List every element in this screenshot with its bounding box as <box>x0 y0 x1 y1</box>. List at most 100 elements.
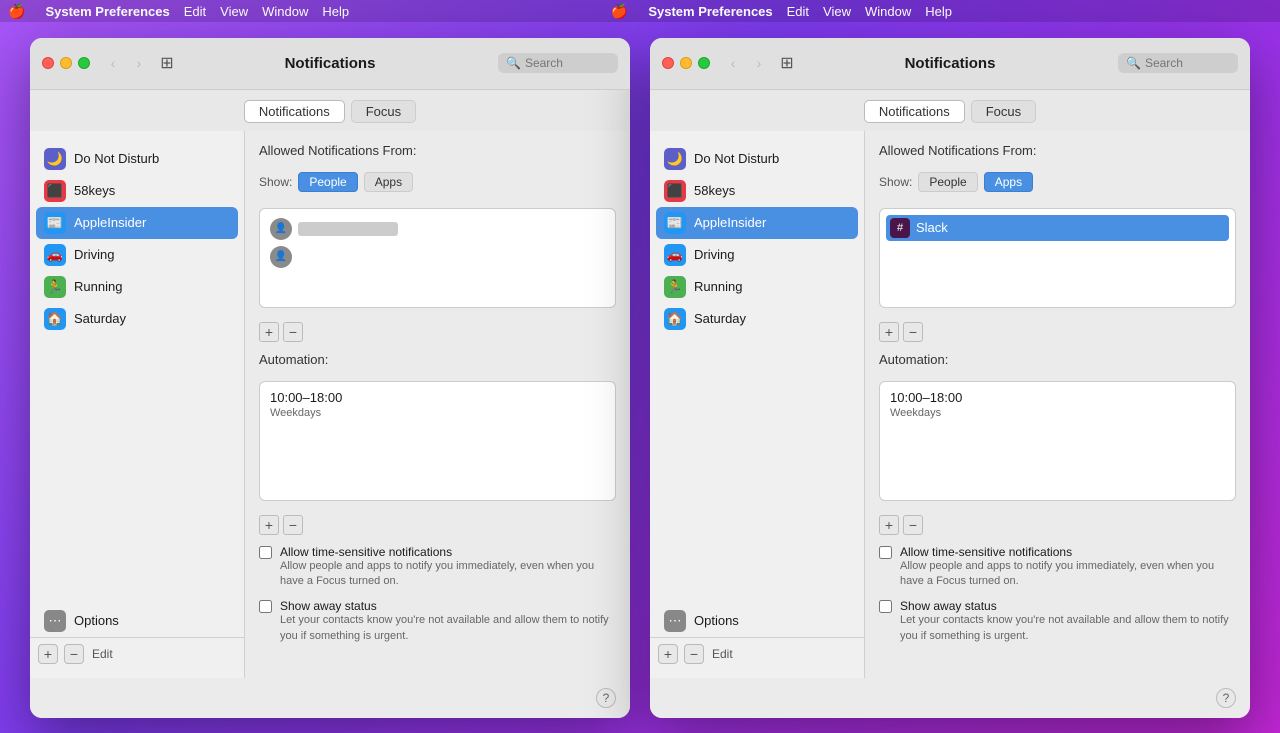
forward-arrow-1[interactable]: › <box>128 52 150 74</box>
grid-icon-2[interactable]: ⊞ <box>776 52 798 74</box>
edit-btn-1[interactable]: Edit <box>92 647 113 661</box>
checkbox-row-2-2: Show away status Let your contacts know … <box>879 599 1236 644</box>
sidebar-item-driving-2[interactable]: 🚗 Driving <box>656 239 858 271</box>
sidebar-label-driving-2: Driving <box>694 247 734 262</box>
sidebar-label-driving-1: Driving <box>74 247 114 262</box>
menu-window-left[interactable]: Window <box>262 4 308 19</box>
remove-focus-btn-2[interactable]: − <box>684 644 704 664</box>
help-btn-2[interactable]: ? <box>1216 688 1236 708</box>
sidebar-item-saturday-2[interactable]: 🏠 Saturday <box>656 303 858 335</box>
sidebar-bottom-1: + − Edit <box>30 637 244 670</box>
close-button-2[interactable] <box>662 57 674 69</box>
add-apps-btn-2[interactable]: + <box>879 322 899 342</box>
apple-logo-left[interactable]: 🍎 <box>8 3 25 20</box>
tab-focus-2[interactable]: Focus <box>971 100 1036 123</box>
sidebar-2: 🌙 Do Not Disturb ⬛ 58keys 📰 AppleInsider… <box>650 131 865 678</box>
maximize-button-1[interactable] <box>78 57 90 69</box>
grid-icon-1[interactable]: ⊞ <box>156 52 178 74</box>
tab-focus-1[interactable]: Focus <box>351 100 416 123</box>
automation-controls-1: + − <box>259 515 616 535</box>
menu-view-right[interactable]: View <box>823 4 851 19</box>
menu-edit-left[interactable]: Edit <box>184 4 206 19</box>
remove-people-btn-1[interactable]: − <box>283 322 303 342</box>
show-label-1: Show: <box>259 175 292 189</box>
sidebar-item-driving-1[interactable]: 🚗 Driving <box>36 239 238 271</box>
sidebar-label-58keys-1: 58keys <box>74 183 115 198</box>
nav-arrows-2: ‹ › <box>722 52 770 74</box>
app-name-left[interactable]: System Preferences <box>45 4 169 19</box>
back-arrow-1[interactable]: ‹ <box>102 52 124 74</box>
sidebar-item-saturday-1[interactable]: 🏠 Saturday <box>36 303 238 335</box>
remove-automation-btn-2[interactable]: − <box>903 515 923 535</box>
window-2: ‹ › ⊞ Notifications 🔍 Notifications Focu… <box>650 38 1250 718</box>
menu-window-right[interactable]: Window <box>865 4 911 19</box>
search-box-1[interactable]: 🔍 <box>498 53 618 73</box>
sidebar-item-appleinsider-1[interactable]: 📰 AppleInsider <box>36 207 238 239</box>
list-item-slack[interactable]: # Slack <box>886 215 1229 241</box>
close-button-1[interactable] <box>42 57 54 69</box>
options-item-2[interactable]: ⋯ Options <box>656 605 858 637</box>
tab-notifications-2[interactable]: Notifications <box>864 100 965 123</box>
add-automation-btn-1[interactable]: + <box>259 515 279 535</box>
window-title-2: Notifications <box>905 55 996 72</box>
show-people-btn-1[interactable]: People <box>298 172 357 192</box>
search-box-2[interactable]: 🔍 <box>1118 53 1238 73</box>
search-icon-2: 🔍 <box>1126 56 1141 70</box>
sidebar-item-58keys-1[interactable]: ⬛ 58keys <box>36 175 238 207</box>
show-people-btn-2[interactable]: People <box>918 172 977 192</box>
automation-days-1: Weekdays <box>270 407 605 419</box>
show-row-2: Show: People Apps <box>879 172 1236 192</box>
main-content-1: 🌙 Do Not Disturb ⬛ 58keys 📰 AppleInsider… <box>30 131 630 678</box>
back-arrow-2[interactable]: ‹ <box>722 52 744 74</box>
add-focus-btn-2[interactable]: + <box>658 644 678 664</box>
maximize-button-2[interactable] <box>698 57 710 69</box>
menu-view-left[interactable]: View <box>220 4 248 19</box>
checkbox-timesensitive-2[interactable] <box>879 546 892 559</box>
people-list-1: 👤 👤 <box>259 208 616 308</box>
search-input-1[interactable] <box>525 56 615 70</box>
sidebar-item-dnd-2[interactable]: 🌙 Do Not Disturb <box>656 143 858 175</box>
menu-edit-right[interactable]: Edit <box>787 4 809 19</box>
checkbox-desc-1-1: Allow people and apps to notify you imme… <box>280 559 616 590</box>
minimize-button-2[interactable] <box>680 57 692 69</box>
help-btn-1[interactable]: ? <box>596 688 616 708</box>
tab-notifications-1[interactable]: Notifications <box>244 100 345 123</box>
search-input-2[interactable] <box>1145 56 1235 70</box>
menu-help-right[interactable]: Help <box>925 4 952 19</box>
checkbox-section-2: Allow time-sensitive notifications Allow… <box>879 545 1236 645</box>
sidebar-item-58keys-2[interactable]: ⬛ 58keys <box>656 175 858 207</box>
sidebar-label-dnd-1: Do Not Disturb <box>74 151 159 166</box>
checkbox-timesensitive-1[interactable] <box>259 546 272 559</box>
checkbox-awaystat-1[interactable] <box>259 600 272 613</box>
sidebar-label-running-1: Running <box>74 279 122 294</box>
apple-logo-right[interactable]: 🍎 <box>611 3 628 20</box>
list-item-1-2[interactable]: 👤 <box>266 243 609 271</box>
sidebar-item-running-1[interactable]: 🏃 Running <box>36 271 238 303</box>
minimize-button-1[interactable] <box>60 57 72 69</box>
sidebar-item-dnd-1[interactable]: 🌙 Do Not Disturb <box>36 143 238 175</box>
sidebar-icon-saturday-1: 🏠 <box>44 308 66 330</box>
add-people-btn-1[interactable]: + <box>259 322 279 342</box>
sidebar-item-appleinsider-2[interactable]: 📰 AppleInsider <box>656 207 858 239</box>
remove-apps-btn-2[interactable]: − <box>903 322 923 342</box>
forward-arrow-2[interactable]: › <box>748 52 770 74</box>
checkbox-awaystat-2[interactable] <box>879 600 892 613</box>
sidebar-icon-58keys-2: ⬛ <box>664 180 686 202</box>
remove-automation-btn-1[interactable]: − <box>283 515 303 535</box>
edit-btn-2[interactable]: Edit <box>712 647 733 661</box>
remove-focus-btn-1[interactable]: − <box>64 644 84 664</box>
list-item-1-1[interactable]: 👤 <box>266 215 609 243</box>
slack-label: Slack <box>916 220 948 235</box>
show-apps-btn-2[interactable]: Apps <box>984 172 1033 192</box>
menu-help-left[interactable]: Help <box>322 4 349 19</box>
options-item-1[interactable]: ⋯ Options <box>36 605 238 637</box>
add-automation-btn-2[interactable]: + <box>879 515 899 535</box>
sidebar-items-2: 🌙 Do Not Disturb ⬛ 58keys 📰 AppleInsider… <box>650 139 864 605</box>
sidebar-item-running-2[interactable]: 🏃 Running <box>656 271 858 303</box>
add-focus-btn-1[interactable]: + <box>38 644 58 664</box>
app-name-right[interactable]: System Preferences <box>648 4 772 19</box>
sidebar-icon-running-2: 🏃 <box>664 276 686 298</box>
automation-time-1: 10:00–18:00 <box>270 390 605 405</box>
avatar-1-1: 👤 <box>270 218 292 240</box>
show-apps-btn-1[interactable]: Apps <box>364 172 413 192</box>
